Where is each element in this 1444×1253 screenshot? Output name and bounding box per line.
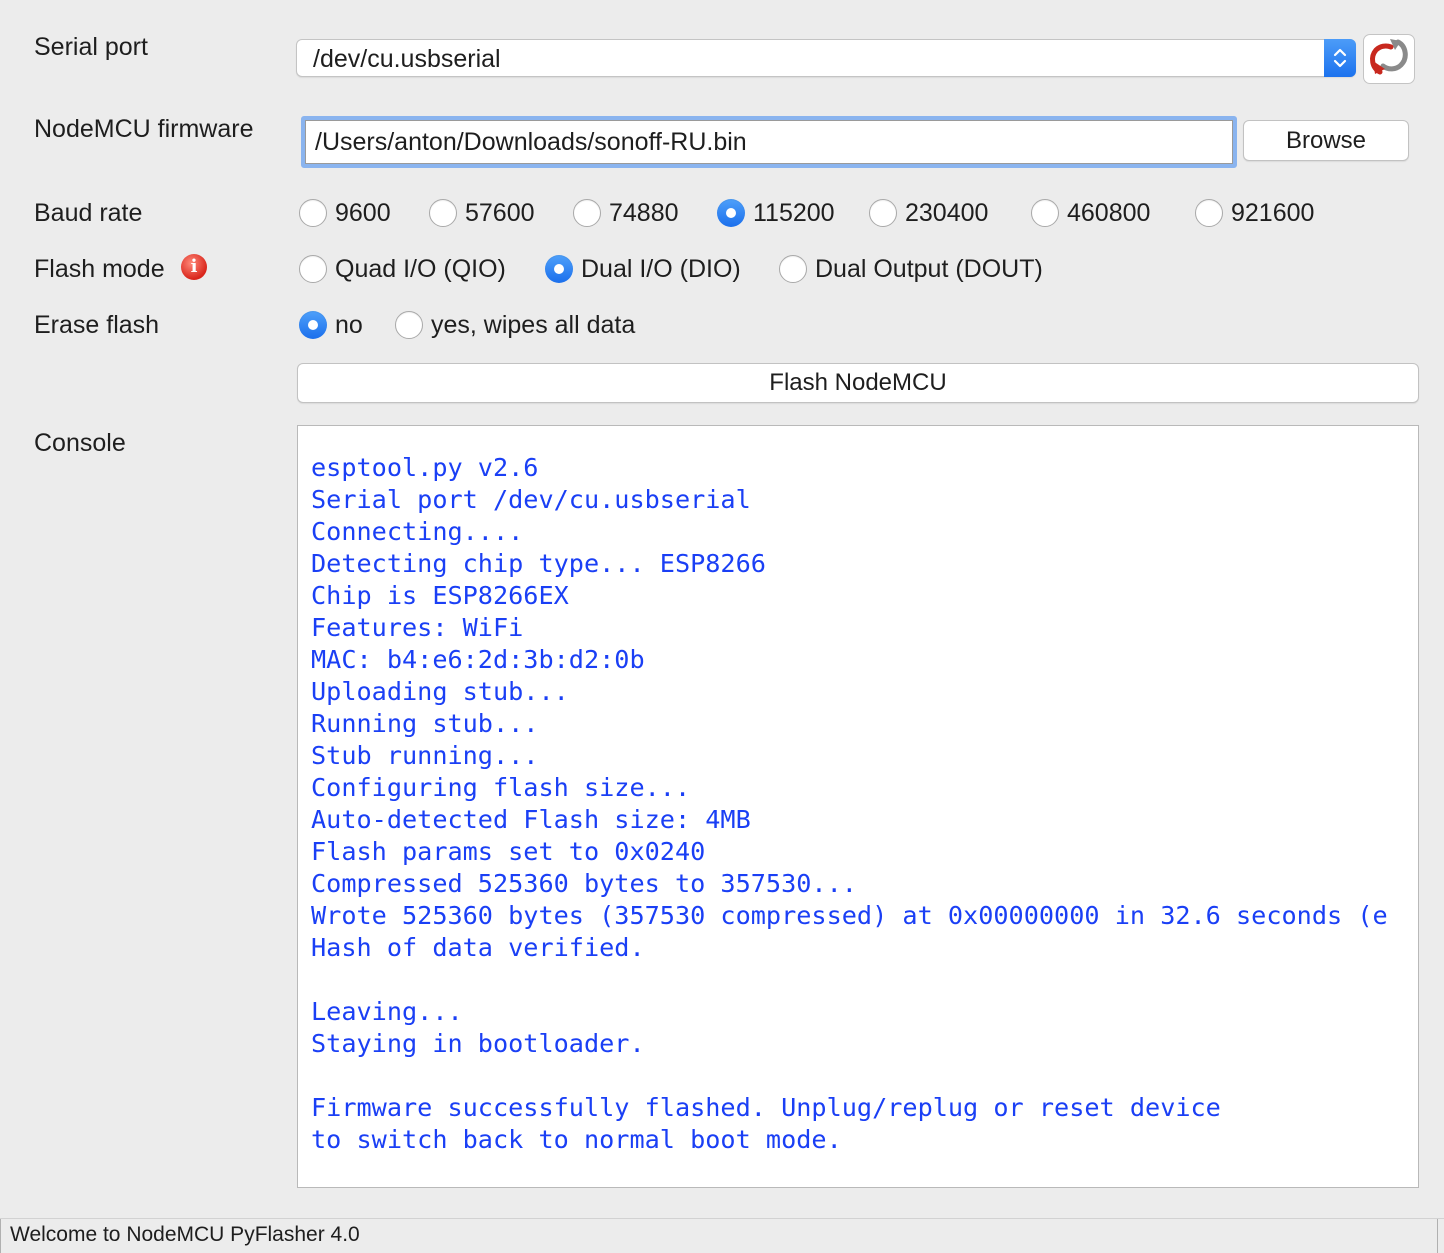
baud-option-921600[interactable]: 921600	[1195, 197, 1314, 229]
flash-mode-option-label: Dual Output (DOUT)	[815, 254, 1043, 283]
baud-rate-label: Baud rate	[34, 199, 143, 227]
status-divider	[1437, 1219, 1438, 1253]
baud-option-label: 74880	[609, 198, 679, 227]
console-line: Configuring flash size...	[311, 773, 691, 802]
console-line: Wrote 525360 bytes (357530 compressed) a…	[311, 901, 1388, 930]
status-divider	[0, 1219, 1, 1253]
baud-option-57600[interactable]: 57600	[429, 197, 535, 229]
radio-unchecked-icon	[299, 199, 327, 227]
console-line: Features: WiFi	[311, 613, 524, 642]
console-line: Running stub...	[311, 709, 539, 738]
console-label: Console	[34, 429, 126, 457]
baud-option-9600[interactable]: 9600	[299, 197, 391, 229]
erase-option-yes[interactable]: yes, wipes all data	[395, 309, 635, 341]
chevron-up-down-icon[interactable]	[1324, 39, 1356, 77]
radio-unchecked-icon	[869, 199, 897, 227]
refresh-icon	[1368, 36, 1410, 83]
erase-option-no[interactable]: no	[299, 309, 363, 341]
baud-option-230400[interactable]: 230400	[869, 197, 988, 229]
erase-flash-label: Erase flash	[34, 311, 160, 339]
baud-option-label: 9600	[335, 198, 391, 227]
firmware-path-field-focus-ring	[301, 116, 1237, 168]
flash-nodemcu-button[interactable]: Flash NodeMCU	[297, 363, 1419, 403]
console-line: Firmware successfully flashed. Unplug/re…	[311, 1093, 1221, 1122]
radio-unchecked-icon	[1195, 199, 1223, 227]
status-text: Welcome to NodeMCU PyFlasher 4.0	[10, 1223, 360, 1246]
firmware-label: NodeMCU firmware	[34, 115, 254, 143]
radio-checked-icon	[717, 199, 745, 227]
console-line: Leaving...	[311, 997, 463, 1026]
radio-unchecked-icon	[779, 255, 807, 283]
radio-unchecked-icon	[1031, 199, 1059, 227]
status-bar: Welcome to NodeMCU PyFlasher 4.0	[0, 1218, 1444, 1253]
erase-option-label: yes, wipes all data	[431, 310, 636, 339]
baud-option-label: 230400	[905, 198, 989, 227]
console-line: Staying in bootloader.	[311, 1029, 645, 1058]
console-line: Flash params set to 0x0240	[311, 837, 706, 866]
baud-option-label: 115200	[753, 198, 835, 227]
baud-option-74880[interactable]: 74880	[573, 197, 679, 229]
baud-option-label: 460800	[1067, 198, 1151, 227]
browse-button[interactable]: Browse	[1243, 120, 1409, 161]
erase-option-label: no	[335, 310, 363, 339]
baud-option-label: 921600	[1231, 198, 1315, 227]
console-line: to switch back to normal boot mode.	[311, 1125, 842, 1154]
console-line: Stub running...	[311, 741, 539, 770]
radio-unchecked-icon	[429, 199, 457, 227]
console-line: Compressed 525360 bytes to 357530...	[311, 869, 857, 898]
baud-option-label: 57600	[465, 198, 535, 227]
baud-option-115200[interactable]: 115200	[717, 197, 835, 229]
console-line: Serial port /dev/cu.usbserial	[311, 485, 751, 514]
console-line: Uploading stub...	[311, 677, 569, 706]
radio-unchecked-icon	[299, 255, 327, 283]
serial-port-select[interactable]: /dev/cu.usbserial	[296, 39, 1356, 77]
console-line: Hash of data verified.	[311, 933, 645, 962]
flash-mode-option-label: Dual I/O (DIO)	[581, 254, 741, 283]
radio-checked-icon	[545, 255, 573, 283]
flash-mode-option-dout[interactable]: Dual Output (DOUT)	[779, 253, 1043, 285]
console-output[interactable]: esptool.py v2.6 Serial port /dev/cu.usbs…	[297, 425, 1419, 1188]
console-line: Detecting chip type... ESP8266	[311, 549, 766, 578]
console-line: MAC: b4:e6:2d:3b:d2:0b	[311, 645, 645, 674]
radio-checked-icon	[299, 311, 327, 339]
radio-unchecked-icon	[573, 199, 601, 227]
radio-unchecked-icon	[395, 311, 423, 339]
baud-option-460800[interactable]: 460800	[1031, 197, 1150, 229]
console-line: Auto-detected Flash size: 4MB	[311, 805, 751, 834]
firmware-path-input[interactable]	[305, 120, 1233, 164]
flash-mode-label: Flash mode	[34, 255, 165, 283]
flash-mode-option-qio[interactable]: Quad I/O (QIO)	[299, 253, 506, 285]
refresh-ports-button[interactable]	[1363, 34, 1415, 84]
info-icon[interactable]: i	[181, 254, 207, 280]
flash-mode-option-label: Quad I/O (QIO)	[335, 254, 506, 283]
console-line: Connecting....	[311, 517, 524, 546]
console-line: Chip is ESP8266EX	[311, 581, 569, 610]
flash-mode-option-dio[interactable]: Dual I/O (DIO)	[545, 253, 741, 285]
serial-port-label: Serial port	[34, 33, 148, 61]
serial-port-value: /dev/cu.usbserial	[313, 45, 501, 73]
console-line: esptool.py v2.6	[311, 453, 539, 482]
